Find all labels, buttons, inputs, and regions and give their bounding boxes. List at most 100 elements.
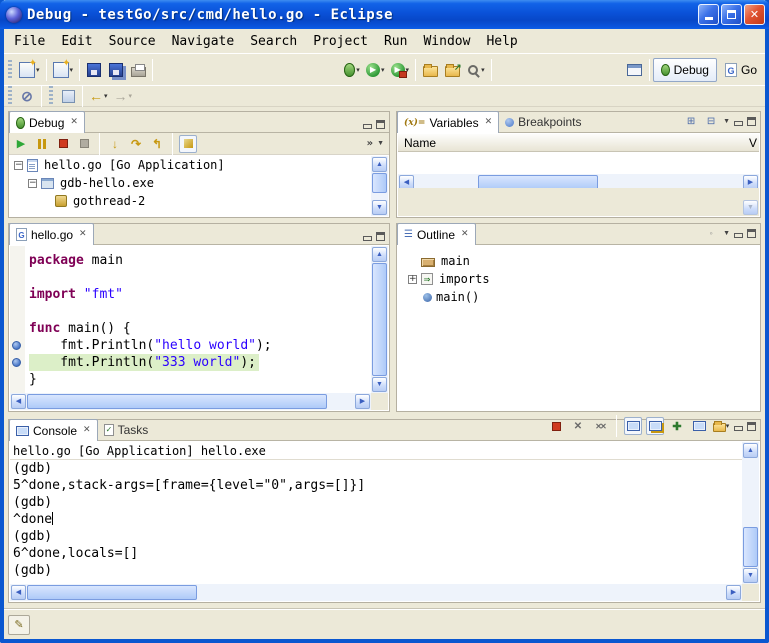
code-line[interactable]: fmt.Println("hello world"); <box>25 337 371 354</box>
scroll-thumb[interactable] <box>372 173 387 193</box>
tab-breakpoints[interactable]: Breakpoints <box>499 112 587 132</box>
console-output[interactable]: (gdb)5^done,stack-args=[frame={level="0"… <box>10 460 742 584</box>
disconnect-button[interactable] <box>75 135 93 153</box>
close-icon[interactable]: ✕ <box>83 426 91 435</box>
chevron-down-icon[interactable]: ▾ <box>356 66 360 74</box>
breakpoint-icon[interactable] <box>12 358 21 367</box>
remove-all-launches-button[interactable]: ✕✕ <box>591 417 609 435</box>
scroll-down-arrow[interactable]: ▼ <box>372 377 387 392</box>
minimize-view-icon[interactable] <box>363 120 372 129</box>
open-console-button[interactable]: ▾ <box>712 417 730 435</box>
breakpoint-icon[interactable] <box>12 341 21 350</box>
collapse-all-button[interactable]: ⊟ <box>703 113 719 129</box>
expander-icon[interactable]: − <box>28 179 37 188</box>
view-menu-icon[interactable]: ▼ <box>377 140 384 147</box>
minimize-view-icon[interactable] <box>734 117 743 126</box>
maximize-view-icon[interactable] <box>376 232 385 241</box>
save-button[interactable] <box>83 58 105 82</box>
close-icon[interactable]: ✕ <box>79 230 87 239</box>
scroll-lock-button[interactable] <box>646 417 664 435</box>
menu-item-window[interactable]: Window <box>415 30 478 53</box>
scroll-right-arrow[interactable]: ▶ <box>355 394 370 409</box>
tree-row[interactable]: gothread-2 <box>10 192 371 210</box>
terminate-button[interactable] <box>54 135 72 153</box>
minimize-view-icon[interactable] <box>363 232 372 241</box>
tab-variables[interactable]: (x)= Variables ✕ <box>397 111 499 133</box>
step-return-button[interactable]: ↰ <box>148 135 166 153</box>
scroll-right-arrow[interactable]: ▶ <box>726 585 741 600</box>
scroll-thumb[interactable] <box>743 527 758 567</box>
scroll-left-arrow[interactable]: ◀ <box>11 394 26 409</box>
toolbar-grip[interactable] <box>8 60 12 80</box>
view-menu-icon[interactable]: ▼ <box>723 118 730 125</box>
scroll-up-arrow[interactable]: ▲ <box>372 157 387 172</box>
menu-item-search[interactable]: Search <box>242 30 305 53</box>
tree-row[interactable]: −hello.go [Go Application] <box>10 156 371 174</box>
editor-vscrollbar[interactable]: ▲ ▼ <box>371 246 388 393</box>
debug-launch-button[interactable]: ▾ <box>341 58 363 82</box>
titlebar[interactable]: Debug - testGo/src/cmd/hello.go - Eclips… <box>0 0 769 29</box>
print-button[interactable] <box>127 58 149 82</box>
toolbar-grip[interactable] <box>8 86 12 106</box>
scroll-thumb[interactable] <box>27 585 197 600</box>
tab-debug[interactable]: Debug ✕ <box>9 111 85 133</box>
menu-item-edit[interactable]: Edit <box>53 30 100 53</box>
maximize-view-icon[interactable] <box>747 229 756 238</box>
chevron-down-icon[interactable]: ▾ <box>381 66 385 74</box>
expander-icon[interactable]: − <box>14 161 23 170</box>
use-step-filters-button[interactable] <box>179 135 197 153</box>
close-icon[interactable]: ✕ <box>70 118 78 127</box>
terminate-button[interactable] <box>547 417 565 435</box>
code-line[interactable]: import "fmt" <box>25 286 371 303</box>
chevron-down-icon[interactable]: ▾ <box>481 66 485 74</box>
scroll-up-arrow[interactable]: ▲ <box>743 443 758 458</box>
clear-console-button[interactable] <box>624 417 642 435</box>
editor-code[interactable]: package main import "fmt" func main() { … <box>25 246 371 393</box>
outline-item[interactable]: +⇒imports <box>408 270 759 288</box>
import-button[interactable] <box>441 58 463 82</box>
perspective-debug-button[interactable]: Debug <box>653 58 717 82</box>
forward-button[interactable]: →▾ <box>111 86 136 106</box>
back-button[interactable]: ←▾ <box>86 86 111 106</box>
menu-item-project[interactable]: Project <box>305 30 376 53</box>
new-go-element-button[interactable]: ▾ <box>50 58 77 82</box>
code-line[interactable]: package main <box>25 252 371 269</box>
view-menu-icon[interactable]: ▼ <box>723 230 730 237</box>
maximize-view-icon[interactable] <box>747 422 756 431</box>
code-line[interactable]: func main() { <box>25 320 371 337</box>
console-vscrollbar[interactable]: ▲ ▼ <box>742 442 759 584</box>
minimize-view-icon[interactable] <box>734 422 743 431</box>
display-selected-console-button[interactable] <box>690 417 708 435</box>
remove-launch-button[interactable]: ✕ <box>569 417 587 435</box>
menu-item-help[interactable]: Help <box>478 30 525 53</box>
scroll-down-arrow[interactable]: ▼ <box>372 200 387 215</box>
new-wizard-button[interactable]: ▾ <box>16 58 43 82</box>
close-icon[interactable]: ✕ <box>461 230 469 239</box>
variables-column-header[interactable]: Name V <box>398 134 759 152</box>
menu-item-navigate[interactable]: Navigate <box>164 30 243 53</box>
debug-vscrollbar[interactable]: ▲ ▼ <box>371 156 388 216</box>
resume-button[interactable]: ▶ <box>12 135 30 153</box>
menu-item-run[interactable]: Run <box>376 30 415 53</box>
close-icon[interactable]: ✕ <box>485 118 493 127</box>
run-launch-button[interactable]: ▾ <box>363 58 388 82</box>
show-type-names-button[interactable]: ⊞ <box>683 113 699 129</box>
toolbar-overflow-chevron[interactable]: » <box>367 139 373 149</box>
menu-item-source[interactable]: Source <box>101 30 164 53</box>
close-button[interactable]: ✕ <box>744 4 765 25</box>
scroll-thumb[interactable] <box>27 394 327 409</box>
maximize-button[interactable] <box>721 4 742 25</box>
code-line[interactable]: fmt.Println("333 world"); <box>25 354 371 371</box>
minimize-view-icon[interactable] <box>734 229 743 238</box>
fast-view-button[interactable]: ✎ <box>8 615 30 635</box>
code-line[interactable]: } <box>25 371 371 388</box>
chevron-down-icon[interactable]: ▾ <box>726 422 730 430</box>
code-line[interactable] <box>25 269 371 286</box>
scroll-down-arrow[interactable]: ▼ <box>743 568 758 583</box>
save-all-button[interactable] <box>105 58 127 82</box>
perspective-go-button[interactable]: G Go <box>717 58 765 82</box>
tab-outline[interactable]: ☰ Outline ✕ <box>397 223 476 245</box>
menu-item-file[interactable]: File <box>6 30 53 53</box>
tab-hello-go[interactable]: G hello.go ✕ <box>9 223 94 245</box>
editor-ruler[interactable] <box>10 246 25 393</box>
